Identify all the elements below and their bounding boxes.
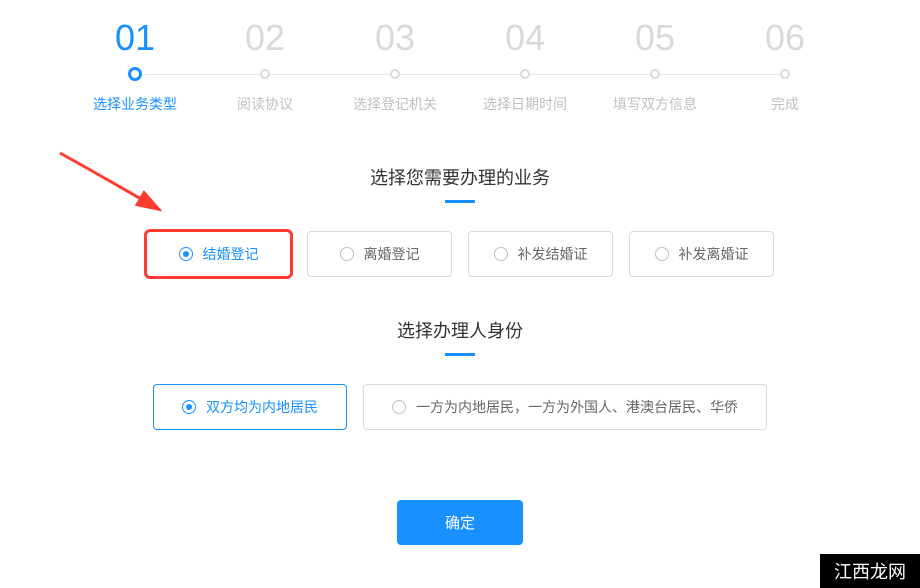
progress-steps: 01 选择业务类型 02 阅读协议 03 选择登记机关 04 选择日期时间 05… xyxy=(0,0,920,114)
option-reissue-divorce-cert[interactable]: 补发离婚证 xyxy=(629,231,774,277)
step-4: 04 选择日期时间 xyxy=(460,20,590,114)
step-label: 填写双方信息 xyxy=(590,94,720,114)
option-both-mainland[interactable]: 双方均为内地居民 xyxy=(153,384,347,430)
step-label: 完成 xyxy=(720,94,850,114)
title-underline xyxy=(445,353,475,356)
step-2: 02 阅读协议 xyxy=(200,20,330,114)
step-dot-icon xyxy=(650,69,660,79)
step-number: 02 xyxy=(200,20,330,56)
step-number: 05 xyxy=(590,20,720,56)
step-3: 03 选择登记机关 xyxy=(330,20,460,114)
step-label: 选择登记机关 xyxy=(330,94,460,114)
step-dot-icon xyxy=(390,69,400,79)
step-label: 选择日期时间 xyxy=(460,94,590,114)
radio-icon xyxy=(655,247,669,261)
option-label: 离婚登记 xyxy=(364,244,420,264)
step-dot-icon xyxy=(780,69,790,79)
section-title-identity: 选择办理人身份 xyxy=(0,317,920,343)
step-1: 01 选择业务类型 xyxy=(70,20,200,114)
step-6: 06 完成 xyxy=(720,20,850,114)
step-label: 阅读协议 xyxy=(200,94,330,114)
option-label: 一方为内地居民，一方为外国人、港澳台居民、华侨 xyxy=(416,397,738,417)
radio-icon xyxy=(179,247,193,261)
option-reissue-marriage-cert[interactable]: 补发结婚证 xyxy=(468,231,613,277)
title-underline xyxy=(445,200,475,203)
identity-options: 双方均为内地居民 一方为内地居民，一方为外国人、港澳台居民、华侨 xyxy=(0,384,920,430)
option-label: 补发结婚证 xyxy=(518,244,588,264)
step-dot-icon xyxy=(128,67,142,81)
business-options: 结婚登记 离婚登记 补发结婚证 补发离婚证 xyxy=(0,231,920,277)
radio-icon xyxy=(392,400,406,414)
step-dot-icon xyxy=(260,69,270,79)
step-dot-icon xyxy=(520,69,530,79)
radio-icon xyxy=(340,247,354,261)
option-label: 补发离婚证 xyxy=(679,244,749,264)
confirm-button[interactable]: 确定 xyxy=(397,500,523,545)
option-divorce-registration[interactable]: 离婚登记 xyxy=(307,231,452,277)
step-number: 06 xyxy=(720,20,850,56)
radio-icon xyxy=(494,247,508,261)
option-label: 结婚登记 xyxy=(203,244,259,264)
step-5: 05 填写双方信息 xyxy=(590,20,720,114)
step-number: 04 xyxy=(460,20,590,56)
option-label: 双方均为内地居民 xyxy=(206,397,318,417)
option-one-foreign[interactable]: 一方为内地居民，一方为外国人、港澳台居民、华侨 xyxy=(363,384,767,430)
step-number: 01 xyxy=(70,20,200,56)
option-marriage-registration[interactable]: 结婚登记 xyxy=(146,231,291,277)
step-number: 03 xyxy=(330,20,460,56)
radio-icon xyxy=(182,400,196,414)
step-label: 选择业务类型 xyxy=(70,94,200,114)
watermark: 江西龙网 xyxy=(820,554,920,588)
annotation-arrow-icon xyxy=(55,148,175,228)
